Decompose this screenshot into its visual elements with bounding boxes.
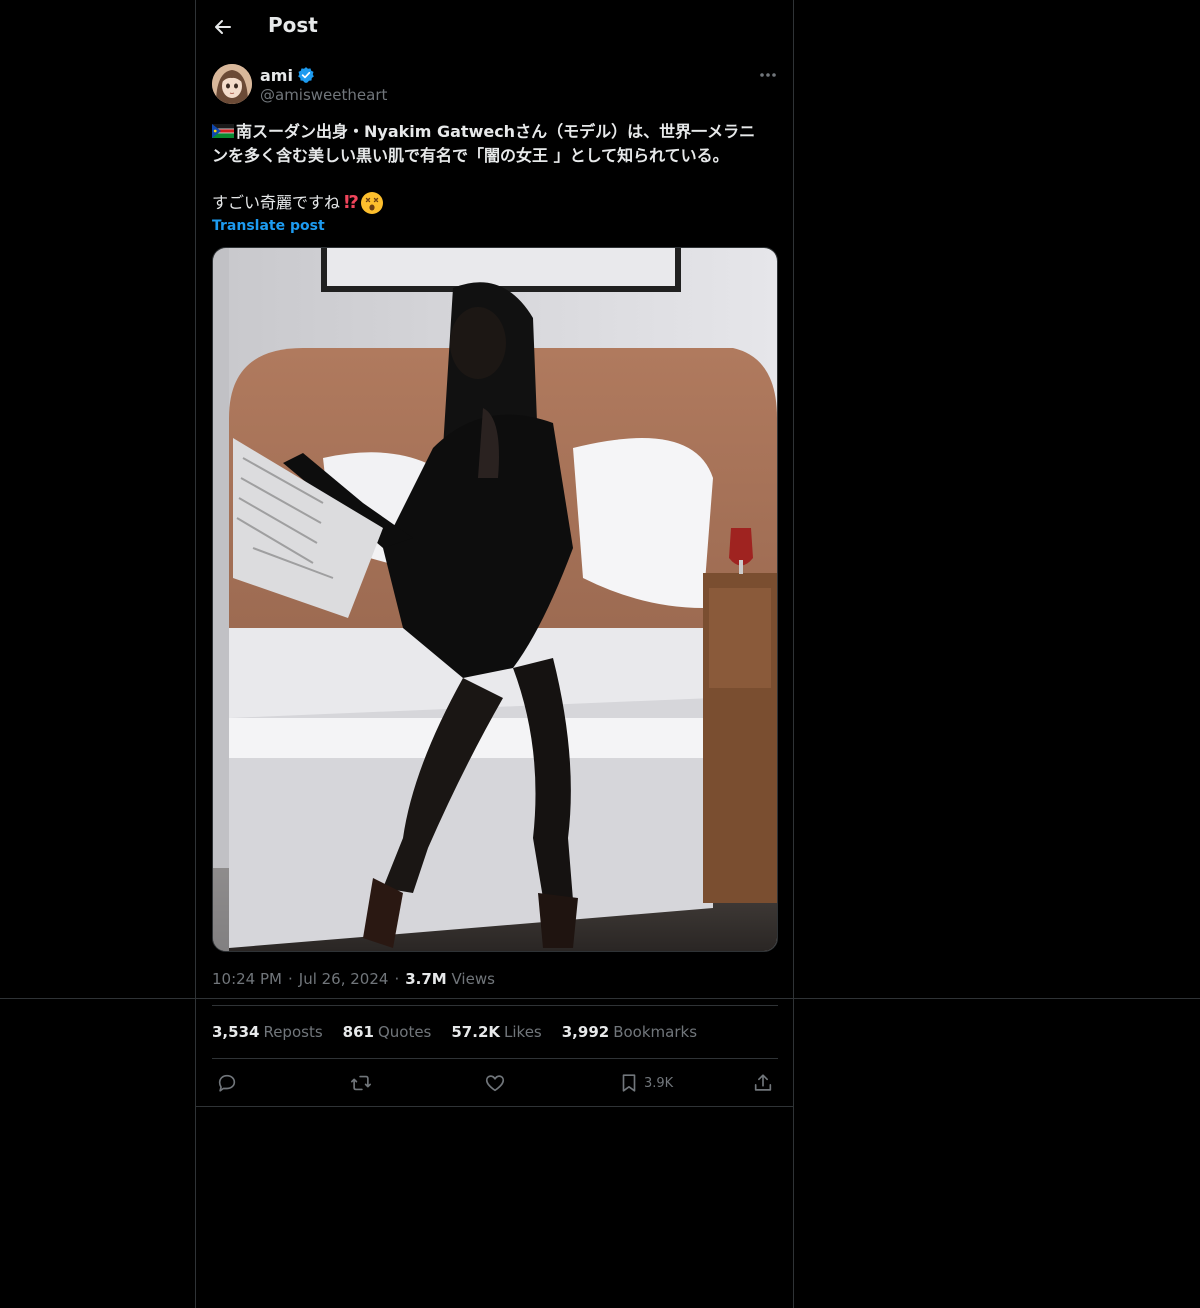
divider-end-of-post <box>196 1106 793 1107</box>
author-name: ami <box>260 65 293 85</box>
media-photo <box>213 248 777 951</box>
reply-button[interactable] <box>216 1068 238 1098</box>
page-title: Post <box>268 13 318 37</box>
post-text-line-3: すごい奇麗ですね ⁉ <box>212 191 778 215</box>
post-text-line-1: 南スーダン出身・Nyakim Gatwechさん（モデル）は、世界一メラニ <box>212 120 778 144</box>
stat-reposts-count: 3,534 <box>212 1023 260 1041</box>
stat-reposts[interactable]: 3,534 Reposts <box>212 1023 323 1041</box>
stat-bookmarks[interactable]: 3,992 Bookmarks <box>562 1023 697 1041</box>
back-button[interactable] <box>208 12 238 42</box>
post-text: 南スーダン出身・Nyakim Gatwechさん（モデル）は、世界一メラニ ンを… <box>212 120 778 168</box>
interrobang-emoji: ⁉ <box>344 192 359 213</box>
author-name-row[interactable]: ami <box>260 64 315 86</box>
stat-likes[interactable]: 57.2K Likes <box>451 1023 541 1041</box>
engagement-stats: 3,534 Reposts 861 Quotes 57.2K Likes 3,992 B… <box>212 1023 697 1041</box>
post-meta: 10:24 PM · Jul 26, 2024 · 3.7M Views <box>212 970 495 988</box>
divider-top-stats <box>212 1005 778 1006</box>
stat-quotes-label: Quotes <box>377 1023 432 1041</box>
share-icon <box>754 1074 772 1091</box>
stat-bookmarks-count: 3,992 <box>561 1023 610 1041</box>
avatar-illustration <box>212 64 252 104</box>
post-text-line-3-text: すごい奇麗ですね <box>212 193 341 212</box>
views-label: Views <box>451 970 495 988</box>
bookmark-button[interactable]: 3.9K <box>618 1068 673 1098</box>
author-handle[interactable]: @amisweetheart <box>260 86 387 104</box>
reply-icon <box>218 1074 236 1092</box>
south-sudan-flag-icon <box>212 124 234 138</box>
heart-icon <box>485 1075 505 1092</box>
stat-quotes[interactable]: 861 Quotes <box>343 1023 432 1041</box>
post-date[interactable]: Jul 26, 2024 <box>299 970 389 988</box>
bookmark-count: 3.9K <box>644 1075 674 1091</box>
more-horizontal-icon <box>760 73 776 77</box>
divider-bottom-stats <box>212 1058 778 1059</box>
stat-quotes-count: 861 <box>342 1023 374 1041</box>
avatar[interactable] <box>212 64 252 104</box>
views: 3.7M Views <box>405 970 495 988</box>
translate-post-link[interactable]: Translate post <box>212 218 325 234</box>
astonished-face-emoji <box>360 192 383 214</box>
bookmark-icon <box>622 1074 636 1092</box>
stat-likes-label: Likes <box>504 1023 542 1041</box>
meta-dot-2: · <box>394 970 400 988</box>
repost-icon <box>351 1075 371 1091</box>
like-button[interactable] <box>484 1068 506 1098</box>
repost-button[interactable] <box>350 1068 372 1098</box>
more-options-button[interactable] <box>756 64 780 86</box>
views-count: 3.7M <box>405 970 447 988</box>
post-text-line-2: ンを多く含む美しい黒い肌で有名で「闇の女王 」として知られている。 <box>212 146 729 165</box>
verified-badge-icon <box>298 67 314 83</box>
stat-likes-count: 57.2K <box>451 1023 501 1041</box>
stat-bookmarks-label: Bookmarks <box>613 1023 698 1041</box>
post-header: Post <box>196 0 793 54</box>
post-media-image[interactable] <box>212 247 778 952</box>
share-button[interactable] <box>752 1068 774 1098</box>
stat-reposts-label: Reposts <box>263 1023 323 1041</box>
post-time[interactable]: 10:24 PM <box>212 970 282 988</box>
post-text-line-1-text: 南スーダン出身・Nyakim Gatwechさん（モデル）は、世界一メラニ <box>236 122 756 141</box>
meta-dot-1: · <box>287 970 293 988</box>
arrow-left-icon <box>215 20 231 34</box>
post-column: Post ami @amisweetheart 南スーダン出身・Nyakim G… <box>195 0 794 1308</box>
action-bar: 3.9K <box>212 1068 778 1098</box>
